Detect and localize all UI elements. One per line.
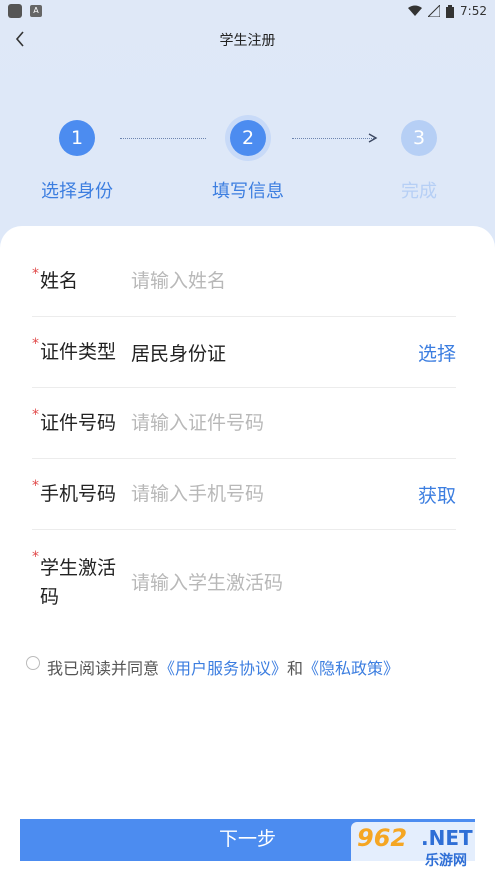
nav-bar: 学生注册 [0, 22, 495, 56]
phone-label: 手机号码 [40, 483, 117, 505]
step-2-label: 填写信息 [212, 181, 284, 202]
id-type-row[interactable]: * 证件类型 居民身份证 选择 [32, 316, 456, 388]
watermark-number: 962 [357, 824, 408, 852]
status-time: 7:52 [460, 4, 487, 18]
name-input[interactable]: 请输入姓名 [131, 266, 226, 293]
phone-row[interactable]: * 手机号码 请输入手机号码 获取 [32, 458, 456, 530]
required-mark: * [32, 407, 39, 423]
step-3-label: 完成 [401, 181, 437, 202]
watermark-net: .NET [421, 826, 473, 850]
id-number-input[interactable]: 请输入证件号码 [131, 408, 264, 435]
required-mark: * [32, 266, 39, 282]
phone-input[interactable]: 请输入手机号码 [131, 479, 264, 506]
status-right: 7:52 [408, 4, 487, 18]
step-1-label: 选择身份 [41, 181, 113, 202]
step-3-circle: 3 [401, 120, 437, 156]
required-mark: * [32, 549, 39, 565]
agreement-and: 和 [287, 659, 304, 678]
id-number-label: 证件号码 [40, 412, 117, 434]
step-2-circle: 2 [230, 120, 266, 156]
step-1-circle: 1 [59, 120, 95, 156]
privacy-link[interactable]: 《隐私政策》 [303, 655, 399, 679]
form-card: * 姓名 请输入姓名 * 证件类型 居民身份证 选择 * 证件号码 请输入证件号… [0, 226, 495, 880]
battery-icon [446, 4, 455, 18]
id-type-value: 居民身份证 [131, 343, 227, 365]
activation-label-line2: 码 [40, 586, 60, 608]
step-3: 3 完成 [359, 118, 479, 203]
activation-code-input[interactable]: 请输入学生激活码 [131, 568, 283, 595]
agreement-prefix: 我已阅读并同意 [47, 659, 160, 678]
id-number-row[interactable]: * 证件号码 请输入证件号码 [32, 387, 456, 459]
name-label: 姓名 [40, 270, 79, 292]
step-1: 1 选择身份 [17, 118, 137, 203]
status-bar: A 7:52 [0, 0, 495, 22]
wifi-icon [408, 5, 423, 16]
page-title: 学生注册 [219, 33, 276, 49]
agreement-line: 我已阅读并同意 《用户服务协议》 和 《隐私政策》 [26, 655, 399, 679]
app-a-icon: A [30, 5, 42, 17]
registration-stepper: 1 选择身份 2 填写信息 3 完成 [0, 118, 495, 208]
terms-link[interactable]: 《用户服务协议》 [159, 655, 287, 679]
step-2: 2 填写信息 [188, 118, 308, 203]
watermark-sub: 乐游网 [425, 853, 467, 869]
get-code-button[interactable]: 获取 [418, 481, 456, 508]
signal-off-icon [428, 5, 441, 17]
app-notification-icon [8, 4, 22, 18]
select-id-type-button[interactable]: 选择 [418, 339, 456, 366]
activation-code-row[interactable]: * 学生激活 码 请输入学生激活码 [32, 529, 456, 621]
status-left: A [8, 4, 42, 18]
activation-label-line1: 学生激活 [40, 557, 117, 579]
name-row[interactable]: * 姓名 请输入姓名 [32, 256, 456, 317]
required-mark: * [32, 336, 39, 352]
required-mark: * [32, 478, 39, 494]
id-type-label: 证件类型 [40, 341, 117, 363]
watermark-logo: 962 .NET 乐游网 [351, 822, 487, 872]
agree-radio[interactable] [26, 656, 40, 670]
